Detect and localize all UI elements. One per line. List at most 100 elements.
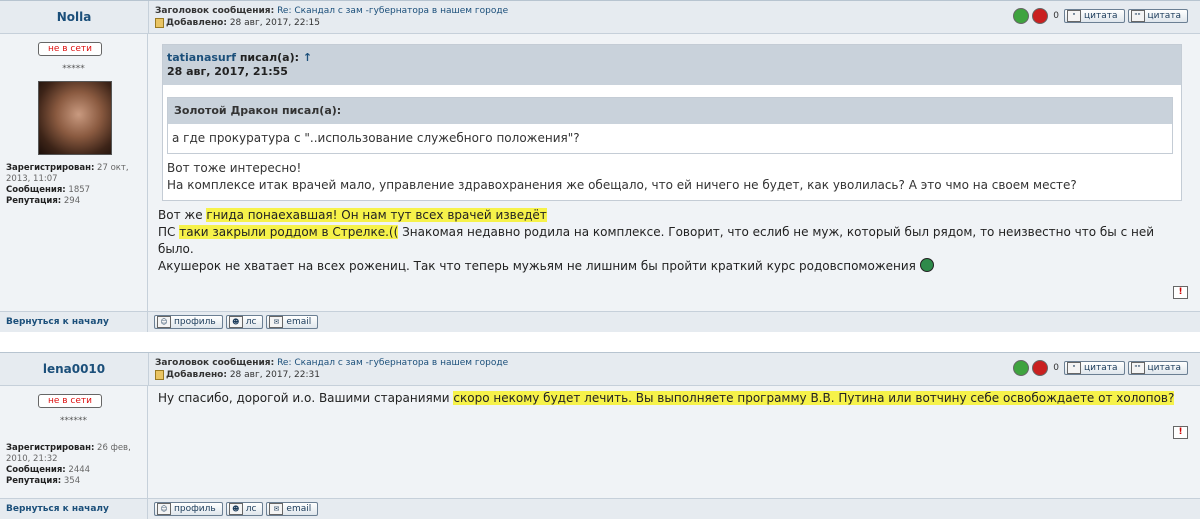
envelope-icon: ✉	[269, 503, 284, 515]
pm-button-label: лс	[245, 317, 257, 327]
profile-icon: ☺	[157, 316, 171, 328]
post-actions: 0 " цитата "" цитата	[1013, 360, 1188, 376]
vote-up-icon[interactable]	[1013, 8, 1030, 24]
added-label: Добавлено:	[166, 370, 227, 380]
subject-link[interactable]: Re: Скандал с зам -губернатора в нашем г…	[277, 358, 508, 368]
vote-count: 0	[1053, 11, 1059, 21]
nested-quote: Золотой Дракон писал(а): а где прокурату…	[167, 97, 1173, 154]
nested-quote-header: Золотой Дракон писал(а):	[168, 98, 1172, 124]
registered-label: Зарегистрирован:	[6, 163, 95, 173]
vote-down-icon[interactable]	[1032, 8, 1049, 24]
added-label: Добавлено:	[166, 18, 227, 28]
author-name[interactable]: lena0010	[0, 353, 149, 385]
quote-bubble-icon: "	[1067, 10, 1081, 22]
reputation-value: 354	[63, 476, 81, 486]
author-sidebar: не в сети ***** Зарегистрирован: 27 окт,…	[0, 34, 148, 311]
reputation-value: 294	[63, 196, 81, 206]
profile-button-label: профиль	[174, 317, 216, 327]
profile-button[interactable]: ☺ профиль	[154, 315, 223, 329]
quote-button-label: цитата	[1084, 11, 1118, 21]
post-content: tatianasurf писал(а): ↑ 28 авг, 2017, 21…	[148, 34, 1200, 311]
email-button-label: email	[286, 317, 312, 327]
vote-up-icon[interactable]	[1013, 360, 1030, 376]
text-fragment: Ну спасибо, дорогой и.о. Вашими старания…	[158, 391, 454, 405]
author-info: Зарегистрирован: 27 окт, 2013, 11:07 Соо…	[6, 163, 147, 207]
profile-button[interactable]: ☺ профиль	[154, 502, 223, 516]
email-button[interactable]: ✉ email	[266, 315, 319, 329]
post-actions: 0 " цитата "" цитата	[1013, 8, 1188, 24]
profile-button-label: профиль	[174, 504, 216, 514]
reputation-label: Репутация:	[6, 476, 62, 486]
multi-quote-button[interactable]: "" цитата	[1127, 9, 1188, 23]
quote-header: tatianasurf писал(а): ↑ 28 авг, 2017, 21…	[163, 45, 1181, 85]
quote-bubble-icon: "	[1067, 362, 1081, 374]
smiley-icon	[919, 258, 934, 272]
author-name[interactable]: Nolla	[0, 1, 149, 33]
vote-count: 0	[1053, 363, 1059, 373]
author-info: Зарегистрирован: 26 фев, 2010, 21:32 Соо…	[6, 443, 147, 487]
author-sidebar: не в сети ****** Зарегистрирован: 26 фев…	[0, 386, 148, 498]
multi-quote-button-label: цитата	[1147, 11, 1182, 21]
rank-stars: ******	[60, 416, 87, 426]
post-icon	[155, 17, 164, 28]
quote-goto-icon[interactable]: ↑	[303, 51, 312, 64]
users-icon: ☻	[228, 316, 243, 328]
post-subject-area: Заголовок сообщения: Re: Скандал с зам -…	[149, 353, 1200, 385]
quote-line: На комплексе итак врачей мало, управлени…	[167, 178, 1077, 192]
footer-actions: ☺ профиль ☻ лс ✉ email	[148, 312, 319, 332]
multi-quote-button[interactable]: "" цитата	[1127, 361, 1188, 375]
post: Nolla Заголовок сообщения: Re: Скандал с…	[0, 0, 1200, 332]
post-header: Nolla Заголовок сообщения: Re: Скандал с…	[0, 1, 1200, 34]
multi-quote-icon: ""	[1130, 362, 1145, 374]
subject-label: Заголовок сообщения:	[155, 6, 275, 16]
post-text: Ну спасибо, дорогой и.о. Вашими старания…	[158, 390, 1190, 407]
status-badge: не в сети	[38, 42, 102, 56]
footer-actions: ☺ профиль ☻ лс ✉ email	[148, 499, 319, 519]
quote-line: Вот тоже интересно!	[167, 161, 302, 175]
highlighted-text: таки закрыли роддом в Стрелке.((	[179, 225, 399, 239]
email-button[interactable]: ✉ email	[266, 502, 319, 516]
back-to-top-link[interactable]: Вернуться к началу	[0, 312, 148, 332]
envelope-icon: ✉	[269, 316, 284, 328]
quote-body: Золотой Дракон писал(а): а где прокурату…	[163, 85, 1181, 200]
post-header: lena0010 Заголовок сообщения: Re: Сканда…	[0, 353, 1200, 386]
post-separator	[0, 332, 1200, 352]
quote-button[interactable]: " цитата	[1064, 9, 1125, 23]
report-icon[interactable]: !	[1173, 286, 1188, 299]
highlighted-text: скоро некому будет лечить. Вы выполняете…	[453, 391, 1175, 405]
post: lena0010 Заголовок сообщения: Re: Сканда…	[0, 352, 1200, 519]
rank-stars: *****	[62, 64, 85, 74]
post-text: Вот же гнида понаехавшая! Он нам тут все…	[158, 207, 1190, 275]
post-date: 28 авг, 2017, 22:15	[229, 18, 320, 28]
subject-label: Заголовок сообщения:	[155, 358, 275, 368]
quote-block: tatianasurf писал(а): ↑ 28 авг, 2017, 21…	[162, 44, 1182, 201]
registered-label: Зарегистрирован:	[6, 443, 95, 453]
report-icon[interactable]: !	[1173, 426, 1188, 439]
vote-down-icon[interactable]	[1032, 360, 1049, 376]
post-icon	[155, 369, 164, 380]
status-badge: не в сети	[38, 394, 102, 408]
pm-button[interactable]: ☻ лс	[225, 315, 264, 329]
post-footer: Вернуться к началу ☺ профиль ☻ лс ✉ email	[0, 498, 1200, 519]
subject-link[interactable]: Re: Скандал с зам -губернатора в нашем г…	[277, 6, 508, 16]
pm-button[interactable]: ☻ лс	[225, 502, 264, 516]
email-button-label: email	[286, 504, 312, 514]
text-fragment: Акушерок не хватает на всех рожениц. Так…	[158, 259, 920, 273]
quote-date: 28 авг, 2017, 21:55	[167, 65, 288, 78]
pm-button-label: лс	[245, 504, 257, 514]
post-body: не в сети ***** Зарегистрирован: 27 окт,…	[0, 34, 1200, 311]
highlighted-text: гнида понаехавшая! Он нам тут всех враче…	[206, 208, 547, 222]
quote-author-link[interactable]: tatianasurf	[167, 51, 236, 64]
post-content: Ну спасибо, дорогой и.о. Вашими старания…	[148, 386, 1200, 498]
post-body: не в сети ****** Зарегистрирован: 26 фев…	[0, 386, 1200, 498]
text-fragment: ПС	[158, 225, 180, 239]
quote-button[interactable]: " цитата	[1064, 361, 1125, 375]
users-icon: ☻	[228, 503, 243, 515]
nested-quote-text: а где прокуратура с "..использование слу…	[172, 131, 580, 145]
post-footer: Вернуться к началу ☺ профиль ☻ лс ✉ email	[0, 311, 1200, 332]
messages-count: 1857	[68, 185, 91, 195]
messages-label: Сообщения:	[6, 465, 66, 475]
multi-quote-button-label: цитата	[1147, 363, 1182, 373]
back-to-top-link[interactable]: Вернуться к началу	[0, 499, 148, 519]
quote-button-label: цитата	[1084, 363, 1118, 373]
